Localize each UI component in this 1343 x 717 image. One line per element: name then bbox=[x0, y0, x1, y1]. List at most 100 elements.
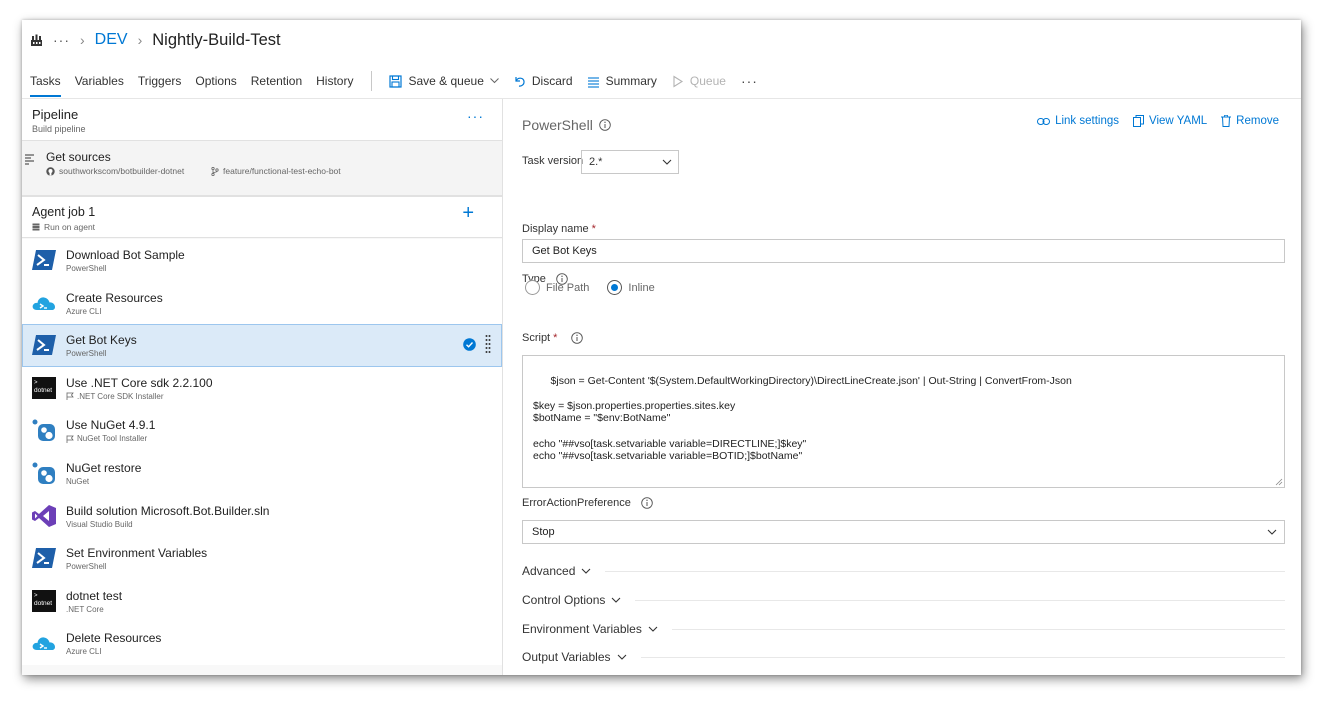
repository-info: southworkscom/botbuilder-dotnet bbox=[46, 166, 184, 176]
nuget-icon bbox=[32, 462, 55, 484]
summary-label: Summary bbox=[605, 74, 657, 88]
discard-button[interactable]: Discard bbox=[506, 68, 580, 94]
task-type-label: Azure CLI bbox=[66, 647, 102, 657]
section-title: Output Variables bbox=[522, 650, 611, 664]
resize-handle-icon[interactable] bbox=[1275, 478, 1283, 486]
link-settings-label: Link settings bbox=[1055, 115, 1119, 127]
azure-cli-icon bbox=[32, 637, 55, 651]
task-row-use-dotnet-core-sdk[interactable]: > dotnet Use .NET Core sdk 2.2.100 .NET C… bbox=[22, 366, 502, 410]
task-row-create-resources[interactable]: Create Resources Azure CLI bbox=[22, 281, 502, 325]
view-yaml-button[interactable]: View YAML bbox=[1133, 115, 1207, 127]
branch-name: feature/functional-test-echo-bot bbox=[223, 166, 341, 176]
task-name: Use NuGet 4.9.1 bbox=[66, 418, 156, 433]
task-name: Set Environment Variables bbox=[66, 546, 208, 561]
link-settings-button[interactable]: Link settings bbox=[1037, 115, 1119, 127]
type-option-label: File Path bbox=[546, 281, 590, 294]
info-icon[interactable] bbox=[571, 332, 584, 344]
task-type: PowerShell bbox=[66, 349, 106, 358]
task-row-dotnet-test[interactable]: > dotnet dotnet test .NET Core bbox=[22, 579, 502, 623]
section-environment-variables[interactable]: Environment Variables bbox=[522, 622, 1285, 636]
pipeline-more-button[interactable]: ··· bbox=[467, 108, 484, 124]
get-sources-row[interactable]: Get sources southworkscom/botbuilder-dot… bbox=[22, 141, 502, 196]
radio-selected bbox=[607, 280, 623, 295]
task-version-select[interactable]: 2.* bbox=[581, 150, 679, 174]
toolbar-more-button[interactable]: ··· bbox=[733, 73, 766, 89]
editor-tabbar: Tasks Variables Triggers Options Retenti… bbox=[22, 68, 1301, 97]
task-name: NuGet restore bbox=[66, 460, 142, 475]
type-radio-group: File Path Inline bbox=[525, 280, 655, 295]
task-type-label: .NET Core bbox=[66, 604, 104, 614]
task-name: Build solution Microsoft.Bot.Builder.sln bbox=[66, 503, 270, 518]
task-version-label: Task version bbox=[522, 155, 584, 167]
task-row-build-solution[interactable]: Build solution Microsoft.Bot.Builder.sln… bbox=[22, 494, 502, 538]
tab-retention[interactable]: Retention bbox=[244, 68, 309, 94]
task-version-value: 2.* bbox=[589, 156, 603, 168]
drag-handle-icon[interactable] bbox=[485, 334, 491, 356]
save-queue-label: Save & queue bbox=[408, 74, 484, 88]
section-divider bbox=[671, 628, 1285, 630]
script-textarea[interactable]: $json = Get-Content '$(System.DefaultWor… bbox=[522, 355, 1285, 488]
task-type-label: Azure CLI bbox=[66, 306, 102, 316]
task-row-nuget-restore[interactable]: NuGet restore NuGet bbox=[22, 451, 502, 495]
task-type-label: .NET Core SDK Installer bbox=[77, 391, 164, 401]
chevron-down-icon bbox=[581, 568, 591, 574]
chevron-down-icon bbox=[648, 626, 658, 632]
add-task-button[interactable]: + bbox=[462, 202, 474, 225]
summary-button[interactable]: Summary bbox=[580, 68, 664, 94]
task-type-label: Visual Studio Build bbox=[66, 519, 133, 529]
tab-tasks[interactable]: Tasks bbox=[22, 68, 68, 97]
agent-job-row[interactable]: Agent job 1 Run on agent + bbox=[22, 196, 502, 238]
task-row-download-bot-sample[interactable]: Download Bot Sample PowerShell bbox=[22, 239, 502, 282]
tab-history[interactable]: History bbox=[309, 68, 360, 94]
agent-job-subtitle-text: Run on agent bbox=[44, 222, 96, 232]
pipeline-row[interactable]: Pipeline Build pipeline ··· bbox=[22, 99, 502, 141]
section-output-variables[interactable]: Output Variables bbox=[522, 650, 1285, 664]
task-name: Get Bot Keys bbox=[66, 333, 137, 348]
task-row-get-bot-keys[interactable]: Get Bot Keys PowerShell bbox=[22, 324, 502, 367]
task-row-use-nuget[interactable]: Use NuGet 4.9.1 NuGet Tool Installer bbox=[22, 409, 502, 452]
checkmark-circle-icon bbox=[463, 338, 476, 351]
task-name: Use .NET Core sdk 2.2.100 bbox=[66, 375, 213, 390]
task-name: Create Resources bbox=[66, 290, 163, 305]
error-action-preference-label-text: ErrorActionPreference bbox=[522, 497, 631, 509]
chevron-down-icon bbox=[617, 654, 626, 660]
error-action-preference-value: Stop bbox=[532, 526, 555, 538]
tab-triggers[interactable]: Triggers bbox=[131, 68, 189, 94]
breadcrumb-more-button[interactable]: ··· bbox=[53, 32, 70, 48]
chevron-down-icon bbox=[611, 597, 621, 603]
info-icon[interactable] bbox=[641, 497, 653, 509]
repository-name: southworkscom/botbuilder-dotnet bbox=[59, 166, 185, 176]
pipelines-logo-icon[interactable] bbox=[30, 34, 43, 47]
task-type: Visual Studio Build bbox=[66, 520, 133, 529]
pipeline-name[interactable]: Nightly-Build-Test bbox=[152, 31, 280, 50]
task-type: .NET Core bbox=[66, 605, 104, 614]
visual-studio-icon bbox=[32, 504, 56, 527]
section-divider bbox=[640, 656, 1285, 658]
section-advanced[interactable]: Advanced bbox=[522, 564, 1285, 578]
queue-button[interactable]: Queue bbox=[664, 68, 733, 94]
type-radio-inline[interactable]: Inline bbox=[607, 280, 655, 295]
section-control-options[interactable]: Control Options bbox=[522, 593, 1285, 607]
section-title: Environment Variables bbox=[522, 622, 642, 636]
task-row-delete-resources[interactable]: Delete Resources Azure CLI bbox=[22, 622, 502, 665]
task-detail-title-text: PowerShell bbox=[522, 117, 593, 133]
info-icon[interactable] bbox=[599, 119, 611, 131]
svg-text:>: > bbox=[34, 380, 38, 386]
type-radio-file-path[interactable]: File Path bbox=[525, 280, 589, 295]
view-yaml-label: View YAML bbox=[1149, 115, 1208, 127]
required-marker: * bbox=[591, 223, 596, 235]
task-type: Azure CLI bbox=[66, 647, 102, 656]
tab-options[interactable]: Options bbox=[188, 68, 243, 94]
display-name-input[interactable]: Get Bot Keys bbox=[522, 239, 1285, 263]
task-type-label: PowerShell bbox=[66, 264, 107, 273]
task-row-set-environment-variables[interactable]: Set Environment Variables PowerShell bbox=[22, 537, 502, 580]
chevron-down-icon bbox=[662, 159, 672, 165]
save-queue-button[interactable]: Save & queue bbox=[382, 68, 505, 94]
task-type: Azure CLI bbox=[66, 307, 102, 316]
breadcrumb-project-link[interactable]: DEV bbox=[95, 31, 128, 49]
error-action-preference-select[interactable]: Stop bbox=[522, 520, 1285, 544]
section-title: Control Options bbox=[522, 593, 606, 607]
tab-variables[interactable]: Variables bbox=[68, 68, 131, 94]
save-icon bbox=[389, 74, 403, 88]
remove-button[interactable]: Remove bbox=[1221, 115, 1279, 127]
